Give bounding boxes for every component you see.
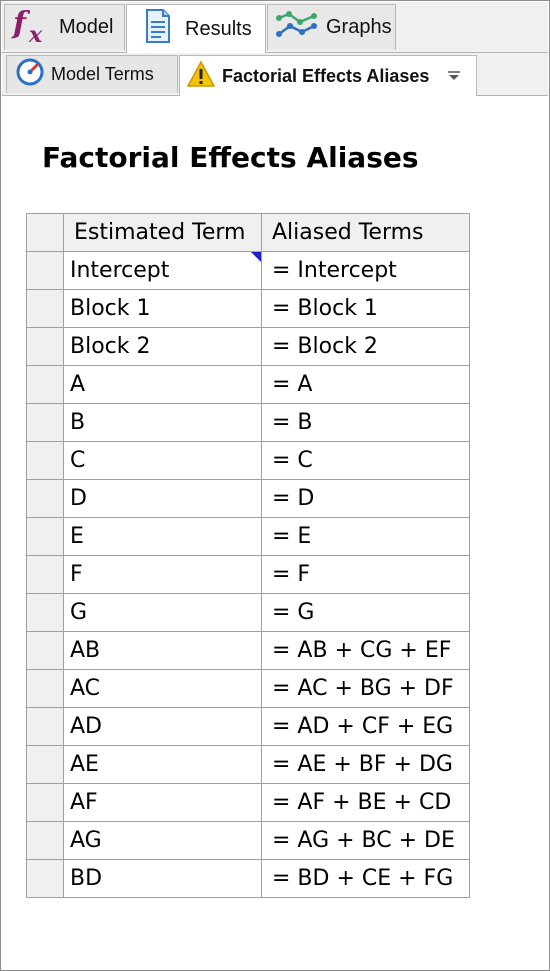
aliased-terms-cell[interactable]: = B (261, 403, 470, 442)
row-header[interactable] (26, 745, 64, 784)
table-row[interactable]: AE = AE + BF + DG (26, 745, 470, 784)
tab-results[interactable]: Results (126, 4, 266, 53)
aliased-terms-cell[interactable]: = G (261, 593, 470, 632)
row-header[interactable] (26, 631, 64, 670)
aliases-table: Estimated Term Aliased Terms Intercept = … (26, 213, 470, 898)
estimated-term-cell[interactable]: Block 2 (63, 327, 262, 366)
aliased-terms-cell[interactable]: = AD + CF + EG (261, 707, 470, 746)
table-row[interactable]: AF = AF + BE + CD (26, 783, 470, 822)
row-header[interactable] (26, 593, 64, 632)
estimated-term-cell[interactable]: B (63, 403, 262, 442)
row-header-corner[interactable] (26, 213, 64, 252)
aliased-terms-cell[interactable]: = D (261, 479, 470, 518)
graph-icon (276, 10, 318, 46)
row-header[interactable] (26, 821, 64, 860)
tab-model-terms-label: Model Terms (51, 64, 154, 84)
aliased-terms-cell[interactable]: = Block 1 (261, 289, 470, 328)
document-icon (145, 9, 171, 49)
estimated-term-cell[interactable]: C (63, 441, 262, 480)
row-header[interactable] (26, 517, 64, 556)
tab-model-label: Model (59, 16, 114, 38)
table-row[interactable]: D = D (26, 479, 470, 518)
column-header-estimated-term[interactable]: Estimated Term (63, 213, 262, 252)
estimated-term-cell[interactable]: AC (63, 669, 262, 708)
aliased-terms-cell[interactable]: = E (261, 517, 470, 556)
top-tab-strip: fx Model Results Graphs (2, 2, 548, 53)
row-header[interactable] (26, 479, 64, 518)
row-header[interactable] (26, 251, 64, 290)
estimated-term-cell[interactable]: AB (63, 631, 262, 670)
page-title: Factorial Effects Aliases (42, 141, 419, 174)
table-body: Intercept = Intercept Block 1 = Block 1 Bloc… (26, 251, 470, 898)
warning-icon (186, 59, 216, 93)
row-header[interactable] (26, 327, 64, 366)
row-header[interactable] (26, 403, 64, 442)
sub-tab-strip: Model Terms Factorial Effects Aliases (2, 53, 548, 96)
aliased-terms-cell[interactable]: = Block 2 (261, 327, 470, 366)
row-header[interactable] (26, 365, 64, 404)
column-header-aliased-terms[interactable]: Aliased Terms (261, 213, 470, 252)
table-header-row: Estimated Term Aliased Terms (26, 213, 470, 252)
estimated-term-cell[interactable]: F (63, 555, 262, 594)
row-header[interactable] (26, 289, 64, 328)
row-header[interactable] (26, 669, 64, 708)
table-row[interactable]: G = G (26, 593, 470, 632)
row-header[interactable] (26, 859, 64, 898)
aliased-terms-cell[interactable]: = AF + BE + CD (261, 783, 470, 822)
estimated-term-cell[interactable]: E (63, 517, 262, 556)
row-header[interactable] (26, 783, 64, 822)
estimated-term-cell[interactable]: AD (63, 707, 262, 746)
tab-factorial-effects-aliases[interactable]: Factorial Effects Aliases (179, 55, 477, 96)
tab-results-label: Results (185, 17, 252, 40)
table-row[interactable]: AG = AG + BC + DE (26, 821, 470, 860)
aliased-terms-cell[interactable]: = AC + BG + DF (261, 669, 470, 708)
table-row[interactable]: AC = AC + BG + DF (26, 669, 470, 708)
tab-dropdown-icon[interactable] (447, 66, 461, 87)
estimated-term-cell[interactable]: G (63, 593, 262, 632)
window-frame: fx Model Results Graphs Model Terms Fact… (0, 0, 550, 971)
tab-graphs-label: Graphs (326, 16, 392, 38)
table-row[interactable]: AD = AD + CF + EG (26, 707, 470, 746)
aliased-terms-cell[interactable]: = Intercept (261, 251, 470, 290)
table-row[interactable]: BD = BD + CE + FG (26, 859, 470, 898)
table-row[interactable]: Block 2 = Block 2 (26, 327, 470, 366)
aliased-terms-cell[interactable]: = C (261, 441, 470, 480)
table-row[interactable]: A = A (26, 365, 470, 404)
table-row[interactable]: B = B (26, 403, 470, 442)
estimated-term-cell[interactable]: AF (63, 783, 262, 822)
row-header[interactable] (26, 441, 64, 480)
estimated-term-cell[interactable]: AE (63, 745, 262, 784)
aliased-terms-cell[interactable]: = A (261, 365, 470, 404)
aliased-terms-cell[interactable]: = F (261, 555, 470, 594)
estimated-term-cell[interactable]: Block 1 (63, 289, 262, 328)
tab-model[interactable]: fx Model (4, 4, 125, 50)
aliased-terms-cell[interactable]: = AB + CG + EF (261, 631, 470, 670)
aliased-terms-cell[interactable]: = AG + BC + DE (261, 821, 470, 860)
fx-icon: fx (13, 5, 43, 48)
aliased-terms-cell[interactable]: = AE + BF + DG (261, 745, 470, 784)
tab-factorial-effects-aliases-label: Factorial Effects Aliases (222, 65, 430, 86)
table-row[interactable]: Block 1 = Block 1 (26, 289, 470, 328)
row-header[interactable] (26, 555, 64, 594)
estimated-term-cell[interactable]: AG (63, 821, 262, 860)
table-row[interactable]: C = C (26, 441, 470, 480)
aliased-terms-cell[interactable]: = BD + CE + FG (261, 859, 470, 898)
tab-model-terms[interactable]: Model Terms (6, 55, 178, 93)
tab-graphs[interactable]: Graphs (267, 4, 396, 50)
row-header[interactable] (26, 707, 64, 746)
estimated-term-cell[interactable]: Intercept (63, 251, 262, 290)
estimated-term-cell[interactable]: D (63, 479, 262, 518)
table-row[interactable]: AB = AB + CG + EF (26, 631, 470, 670)
table-row[interactable]: F = F (26, 555, 470, 594)
table-row[interactable]: Intercept = Intercept (26, 251, 470, 290)
table-row[interactable]: E = E (26, 517, 470, 556)
gauge-icon (15, 57, 45, 92)
estimated-term-cell[interactable]: A (63, 365, 262, 404)
estimated-term-cell[interactable]: BD (63, 859, 262, 898)
